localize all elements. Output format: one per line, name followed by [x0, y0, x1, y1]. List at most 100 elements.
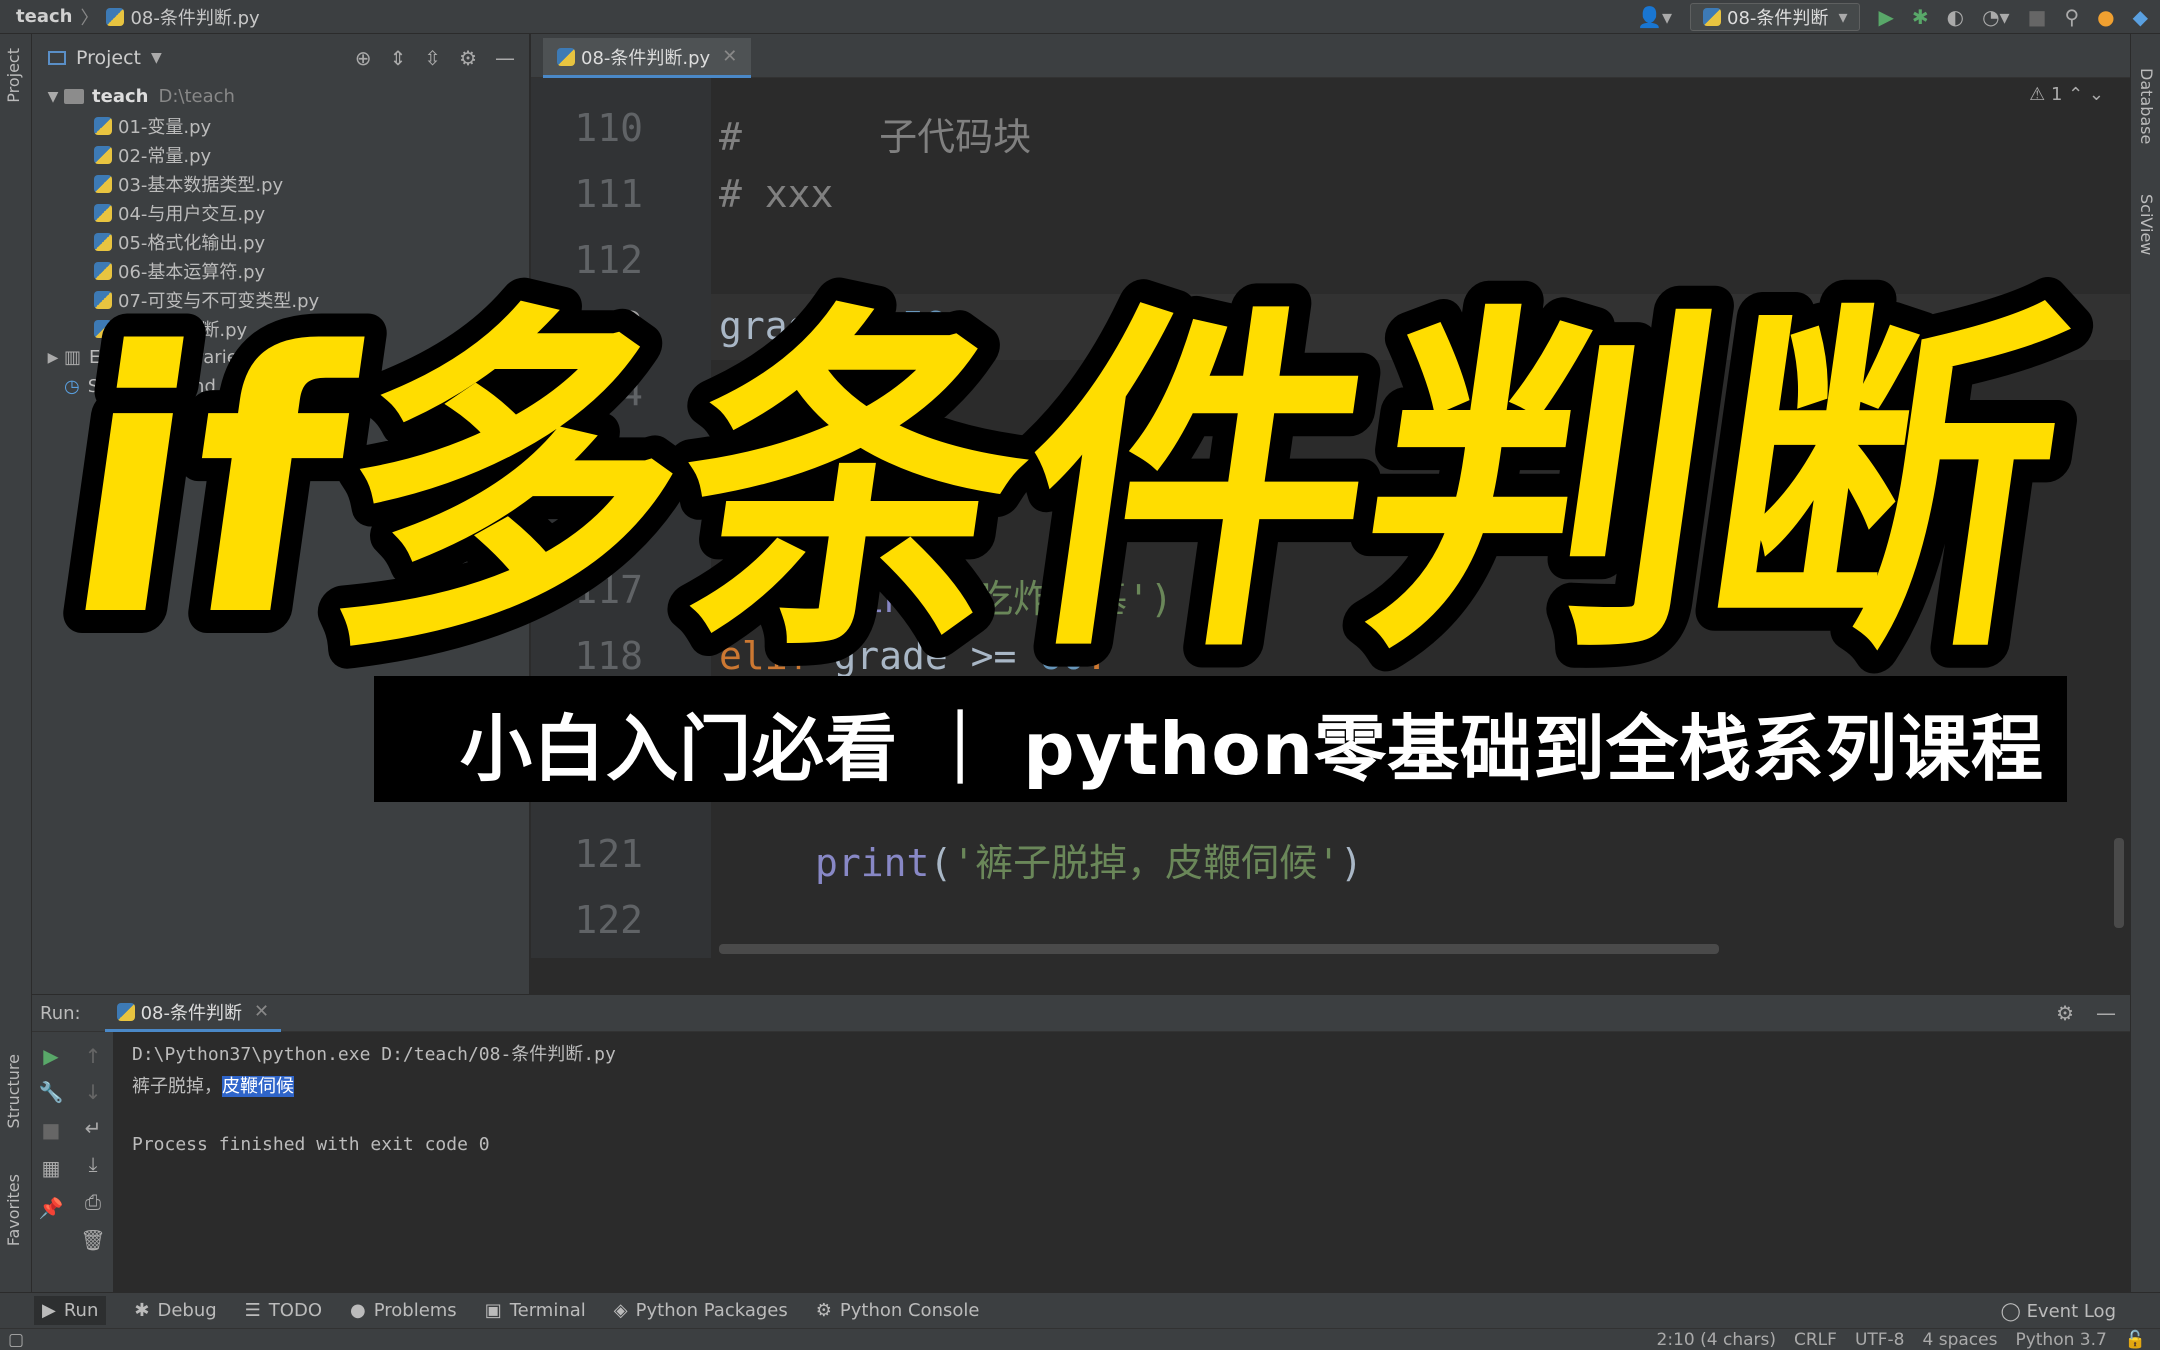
code-line: print('裤子脱掉，皮鞭伺候')	[815, 832, 1363, 887]
database-tool-tab[interactable]: Database	[2137, 68, 2156, 144]
file-name: 02-常量.py	[118, 145, 212, 167]
close-icon[interactable]: ✕	[254, 1001, 269, 1022]
python-interpreter[interactable]: Python 3.7	[2015, 1330, 2106, 1350]
rerun-icon[interactable]: ▶	[36, 1044, 66, 1068]
line-separator[interactable]: CRLF	[1794, 1330, 1837, 1350]
locate-icon[interactable]: ⊕	[355, 46, 372, 70]
overlay-title-text: if多条件判断	[45, 277, 2084, 690]
overlay-subtitle: 小白入门必看 ｜ python零基础到全栈系列课程	[460, 707, 2045, 791]
layout-icon[interactable]: ▦	[36, 1156, 66, 1180]
gear-icon[interactable]: ⚙	[459, 46, 477, 70]
overlay-title: if多条件判断 if多条件判断	[40, 254, 2106, 690]
caret-position[interactable]: 2:10 (4 chars)	[1657, 1330, 1776, 1350]
run-icon: ▶	[42, 1300, 56, 1321]
file-name: 03-基本数据类型.py	[118, 174, 284, 196]
soft-wrap-icon[interactable]: ↵	[78, 1116, 108, 1140]
favorites-tool-tab[interactable]: Favorites	[4, 1174, 23, 1246]
tree-root[interactable]: ▼ teach D:\teach	[32, 82, 529, 111]
console-command: D:\Python37\python.exe D:/teach/08-条件判断.…	[132, 1044, 616, 1065]
update-icon[interactable]: ●	[2097, 5, 2114, 29]
python-file-icon	[106, 7, 125, 26]
chevron-down-icon[interactable]: ▼	[151, 50, 162, 66]
event-log-icon: ◯	[2000, 1301, 2021, 1322]
trash-icon[interactable]: 🗑	[78, 1228, 108, 1252]
breadcrumb-project[interactable]: teach	[16, 6, 72, 27]
run-icon[interactable]: ▶	[1878, 5, 1893, 29]
run-tab[interactable]: 08-条件判断 ✕	[104, 994, 282, 1032]
run-console[interactable]: D:\Python37\python.exe D:/teach/08-条件判断.…	[114, 1032, 2130, 1292]
run-panel-header: Run: 08-条件判断 ✕ ⚙ —	[32, 994, 2130, 1032]
warning-indicator[interactable]: ⚠ 1 ⌃ ⌄	[2029, 84, 2104, 105]
horizontal-scrollbar[interactable]	[719, 944, 1719, 954]
editor-tab-label: 08-条件判断.py	[581, 47, 711, 69]
scroll-to-end-icon[interactable]: ⤓	[78, 1152, 108, 1176]
line-number: 121	[574, 832, 643, 876]
search-icon[interactable]: ⚲	[2065, 5, 2080, 29]
warning-count: 1	[2050, 84, 2063, 105]
profile-icon[interactable]: ◔▾	[1982, 5, 2010, 29]
code-function: print	[815, 841, 930, 885]
file-encoding[interactable]: UTF-8	[1855, 1330, 1905, 1350]
indent-setting[interactable]: 4 spaces	[1923, 1330, 1998, 1350]
code-line: # 子代码块	[719, 106, 1031, 161]
tool-python-console[interactable]: ⚙ Python Console	[816, 1300, 980, 1321]
hide-icon[interactable]: —	[2096, 1001, 2116, 1025]
vertical-scrollbar[interactable]	[2114, 838, 2124, 928]
debug-icon[interactable]: ✱	[1912, 5, 1929, 29]
status-bar: ▢ 2:10 (4 chars) CRLF UTF-8 4 spaces Pyt…	[0, 1328, 2160, 1350]
down-arrow-icon[interactable]: ↓	[78, 1080, 108, 1104]
project-view-select[interactable]: Project	[76, 47, 141, 69]
python-console-icon: ⚙	[815, 1300, 832, 1321]
code-line: # xxx	[719, 172, 833, 216]
hide-icon[interactable]: —	[495, 46, 515, 70]
tool-label: TODO	[268, 1300, 322, 1321]
code-comment: # xxx	[719, 172, 834, 216]
print-icon[interactable]: ⎙	[78, 1190, 108, 1214]
list-icon: ☰	[244, 1300, 261, 1321]
tool-debug[interactable]: ✱ Debug	[134, 1300, 216, 1321]
line-number: 110	[574, 106, 643, 150]
tree-file[interactable]: 03-基本数据类型.py	[32, 169, 529, 198]
collapse-all-icon[interactable]: ⇳	[424, 46, 441, 70]
pin-icon[interactable]: 📌	[36, 1196, 66, 1220]
project-tool-tab[interactable]: Project	[4, 48, 23, 103]
console-output: 裤子脱掉，皮鞭伺候	[132, 1072, 294, 1098]
run-panel-label: Run:	[40, 1002, 81, 1024]
chevron-down-icon[interactable]: ▼	[42, 89, 64, 105]
tree-file[interactable]: 04-与用户交互.py	[32, 198, 529, 227]
expand-all-icon[interactable]: ⇕	[390, 46, 407, 70]
python-file-icon	[94, 174, 112, 193]
lock-icon[interactable]: 🔓	[2125, 1330, 2146, 1350]
close-icon[interactable]: ✕	[722, 46, 737, 67]
coverage-icon[interactable]: ◐	[1947, 5, 1964, 29]
tool-problems[interactable]: ● Problems	[350, 1300, 457, 1321]
python-file-icon	[94, 116, 112, 135]
breadcrumb-file[interactable]: 08-条件判断.py	[130, 4, 259, 30]
tool-label: Run	[63, 1300, 99, 1321]
tool-run[interactable]: ▶ Run	[34, 1296, 107, 1325]
stop-icon[interactable]: ■	[36, 1118, 66, 1142]
terminal-icon: ▣	[484, 1300, 502, 1321]
editor-tab[interactable]: 08-条件判断.py ✕	[543, 38, 752, 78]
code-comment: 子代码块	[879, 115, 1032, 159]
up-arrow-icon[interactable]: ↑	[78, 1044, 108, 1068]
line-number: 122	[574, 898, 643, 942]
gear-icon[interactable]: ⚙	[2056, 1001, 2074, 1025]
structure-tool-tab[interactable]: Structure	[4, 1054, 23, 1128]
tree-file[interactable]: 01-变量.py	[32, 111, 529, 140]
layout-toggle-icon[interactable]: ▢	[8, 1330, 24, 1350]
user-icon[interactable]: 👤▾	[1637, 5, 1672, 29]
wrench-icon[interactable]: 🔧	[36, 1080, 66, 1104]
breadcrumb-separator: 〉	[80, 7, 99, 29]
tool-label: Python Packages	[635, 1300, 788, 1321]
tool-todo[interactable]: ☰ TODO	[245, 1300, 322, 1321]
tool-python-packages[interactable]: ◈ Python Packages	[614, 1300, 788, 1321]
tree-file[interactable]: 02-常量.py	[32, 140, 529, 169]
chevron-down-icon: ▾	[1838, 6, 1848, 28]
event-log-button[interactable]: ◯ Event Log	[2001, 1301, 2116, 1322]
plugin-icon[interactable]: ◆	[2133, 5, 2148, 29]
tool-terminal[interactable]: ▣ Terminal	[485, 1300, 586, 1321]
run-configuration-select[interactable]: 08-条件判断 ▾	[1690, 3, 1861, 31]
folder-icon	[64, 89, 84, 104]
stop-icon[interactable]: ■	[2028, 5, 2047, 29]
